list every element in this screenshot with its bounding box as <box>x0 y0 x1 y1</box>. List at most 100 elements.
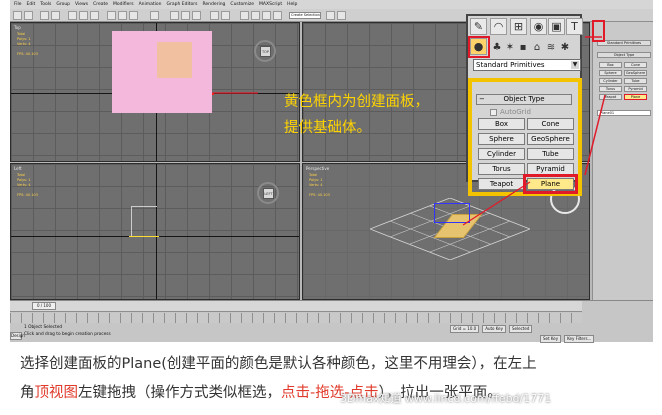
plane-button-highlight <box>523 174 578 194</box>
select-by-name-icon[interactable] <box>79 11 88 20</box>
render-setup-icon[interactable] <box>326 11 335 20</box>
scale-icon[interactable] <box>129 11 138 20</box>
mirror-icon[interactable] <box>210 11 219 20</box>
cmd-sphere-button[interactable]: Sphere <box>599 70 622 76</box>
cameras-icon[interactable]: ▪ <box>518 41 528 53</box>
cmd-geosphere-button[interactable]: GeoSphere <box>624 70 647 76</box>
cmd-object-type-title[interactable]: Object Type <box>597 52 651 58</box>
viewport-stats-top: Total Polys: 1 Verts: 4 FPS: 40.103 <box>17 32 38 56</box>
display-tab-icon[interactable]: ▣ <box>548 18 565 35</box>
menu-modifiers[interactable]: Modifiers <box>113 2 134 7</box>
chevron-down-icon[interactable]: ▼ <box>571 61 579 69</box>
material-editor-icon[interactable] <box>273 11 282 20</box>
viewcube-top[interactable]: TOP <box>254 40 276 62</box>
menu-group[interactable]: Group <box>56 2 70 7</box>
motion-tab-icon[interactable]: ◉ <box>530 18 547 35</box>
cmd-plane-button[interactable]: Plane <box>624 94 647 100</box>
drag-point-marker <box>212 93 214 95</box>
cmd-pyramid-button[interactable]: Pyramid <box>624 86 647 92</box>
menu-graph-editors[interactable]: Graph Editors <box>167 2 198 7</box>
systems-icon[interactable]: ✱ <box>560 41 570 53</box>
menu-views[interactable]: Views <box>75 2 88 7</box>
time-slider[interactable]: 0 / 100 <box>10 301 582 312</box>
viewcube-left[interactable]: LEFT <box>257 182 279 204</box>
create-tab-icon[interactable]: ✎ <box>470 18 487 35</box>
category-dropdown[interactable]: Standard Primitives ▼ <box>473 59 581 71</box>
cmd-cone-button[interactable]: Cone <box>624 62 647 68</box>
plane-yellow-edge <box>129 236 159 237</box>
viewcube-face-left[interactable]: LEFT <box>263 188 274 199</box>
viewport-left[interactable]: Left Total Polys: 1 Verts: 4 FPS: 40.103… <box>10 163 300 300</box>
unlink-icon[interactable] <box>51 11 60 20</box>
menu-help[interactable]: Help <box>287 2 297 7</box>
design-mode-label[interactable]: Design <box>10 332 25 340</box>
time-slider-frame[interactable]: 0 / 100 <box>32 302 56 310</box>
coordinate-fields: Grid = 10.0 Auto Key Selected <box>450 325 580 333</box>
link-icon[interactable] <box>40 11 49 20</box>
geosphere-button[interactable]: GeoSphere <box>527 133 574 145</box>
track-bar[interactable] <box>10 313 582 323</box>
curve-editor-icon[interactable] <box>251 11 260 20</box>
caption-line2-part2: 左键拖拽（操作方式类似框选， <box>78 385 281 401</box>
cmd-name-field[interactable]: Plane01 <box>597 110 651 116</box>
shapes-icon[interactable]: ♣ <box>492 41 502 53</box>
cmd-box-button[interactable]: Box <box>599 62 622 68</box>
spacewarps-icon[interactable]: ≋ <box>546 41 556 53</box>
key-filters-button[interactable]: Key Filters... <box>564 335 595 343</box>
menu-edit[interactable]: Edit <box>27 2 36 7</box>
object-type-rollout[interactable]: − Object Type <box>476 94 572 105</box>
lights-icon[interactable]: ✶ <box>505 41 515 53</box>
modify-tab-icon[interactable]: ◠ <box>490 18 507 35</box>
cmd-torus-button[interactable]: Torus <box>599 86 622 92</box>
autogrid-checkbox[interactable] <box>490 108 497 116</box>
move-icon[interactable] <box>107 11 116 20</box>
tube-button[interactable]: Tube <box>527 148 574 160</box>
snap-icon[interactable] <box>170 11 179 20</box>
layer-icon[interactable] <box>240 11 249 20</box>
cylinder-button[interactable]: Cylinder <box>478 148 525 160</box>
helpers-icon[interactable]: ⌂ <box>532 41 542 53</box>
redo-icon[interactable] <box>24 11 33 20</box>
callout-line-2: 提供基础体。 <box>284 120 371 136</box>
box-button[interactable]: Box <box>478 118 525 130</box>
torus-button[interactable]: Torus <box>478 163 525 175</box>
utilities-tab-icon[interactable]: T <box>566 18 583 35</box>
menu-create[interactable]: Create <box>93 2 108 7</box>
menu-maxscript[interactable]: MAXScript <box>259 2 282 7</box>
schematic-icon[interactable] <box>262 11 271 20</box>
selected-dropdown[interactable]: Selected <box>509 325 533 333</box>
cmd-cylinder-button[interactable]: Cylinder <box>599 78 622 84</box>
menu-file[interactable]: File <box>14 2 22 7</box>
auto-key-button[interactable]: Auto Key <box>482 325 507 333</box>
viewport-label-perspective[interactable]: Perspective <box>306 166 329 171</box>
viewport-label-top[interactable]: Top <box>14 25 21 30</box>
cmd-standard-primitives[interactable]: Standard Primitives <box>597 40 651 46</box>
selection-set-dropdown[interactable]: Create Selection Set <box>289 12 321 19</box>
autogrid-option[interactable]: AutoGrid <box>490 108 531 116</box>
cmd-tube-button[interactable]: Tube <box>624 78 647 84</box>
percent-snap-icon[interactable] <box>192 11 201 20</box>
region-select-icon[interactable] <box>90 11 99 20</box>
collapse-icon[interactable]: − <box>479 95 485 104</box>
rotate-icon[interactable] <box>118 11 127 20</box>
pivot-icon[interactable] <box>150 11 159 20</box>
viewport-label-left[interactable]: Left <box>14 166 22 171</box>
angle-snap-icon[interactable] <box>181 11 190 20</box>
menu-customize[interactable]: Customize <box>230 2 254 7</box>
viewcube-face-top[interactable]: TOP <box>260 46 271 57</box>
cone-button[interactable]: Cone <box>527 118 574 130</box>
cmd-teapot-button[interactable]: Teapot <box>599 94 622 100</box>
select-icon[interactable] <box>68 11 77 20</box>
menu-tools[interactable]: Tools <box>40 2 51 7</box>
menu-rendering[interactable]: Rendering <box>202 2 225 7</box>
align-icon[interactable] <box>221 11 230 20</box>
sphere-button[interactable]: Sphere <box>478 133 525 145</box>
render-icon[interactable] <box>337 11 346 20</box>
set-key-button[interactable]: Set Key <box>540 335 562 343</box>
grid-size-readout: Grid = 10.0 <box>450 325 480 333</box>
viewport-stats-left: Total Polys: 1 Verts: 4 FPS: 40.103 <box>17 173 38 197</box>
menu-animation[interactable]: Animation <box>139 2 162 7</box>
hierarchy-tab-icon[interactable]: ⊞ <box>510 18 527 35</box>
undo-icon[interactable] <box>13 11 22 20</box>
teapot-button[interactable]: Teapot <box>478 178 525 190</box>
